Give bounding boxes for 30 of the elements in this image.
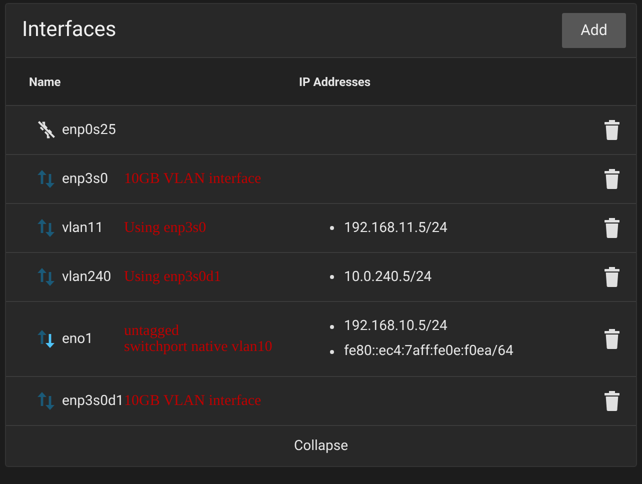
annotation-note: 10GB VLAN interface: [124, 393, 262, 409]
annotation-note: Using enp3s0d1: [124, 269, 222, 285]
trash-icon: [604, 267, 620, 287]
interface-name: enp3s0d1: [62, 392, 120, 410]
collapse-button[interactable]: Collapse: [286, 432, 356, 460]
ip-address: 192.168.11.5/24: [344, 218, 448, 238]
bullet-icon: [330, 350, 334, 354]
interface-name: enp3s0: [62, 170, 109, 188]
card-title: Interfaces: [22, 16, 116, 44]
interface-name: vlan240: [62, 268, 112, 286]
ip-address: fe80::ec4:7aff:fe0e:f0ea/64: [344, 342, 514, 361]
annotation-note: 10GB VLAN interface: [124, 171, 262, 187]
ip-address: 192.168.10.5/24: [344, 317, 448, 336]
trash-icon: [604, 391, 620, 411]
bullet-icon: [330, 324, 334, 328]
bullet-icon: [330, 226, 334, 230]
trash-icon: [604, 120, 620, 140]
column-header: Name: [28, 74, 62, 90]
annotation-note: untagged switchport native vlan10: [124, 323, 272, 355]
column-header: IP Addresses: [299, 74, 371, 90]
trash-icon: [604, 329, 620, 349]
add-button[interactable]: Add: [562, 13, 626, 48]
ip-address: 10.0.240.5/24: [344, 268, 432, 286]
interface-name: enp0s25: [62, 120, 117, 140]
trash-icon: [604, 218, 620, 238]
bullet-icon: [330, 275, 334, 279]
interface-name: eno1: [62, 330, 94, 348]
interface-name: vlan11: [62, 218, 104, 238]
trash-icon: [604, 169, 620, 189]
annotation-note: Using enp3s0: [124, 220, 206, 236]
